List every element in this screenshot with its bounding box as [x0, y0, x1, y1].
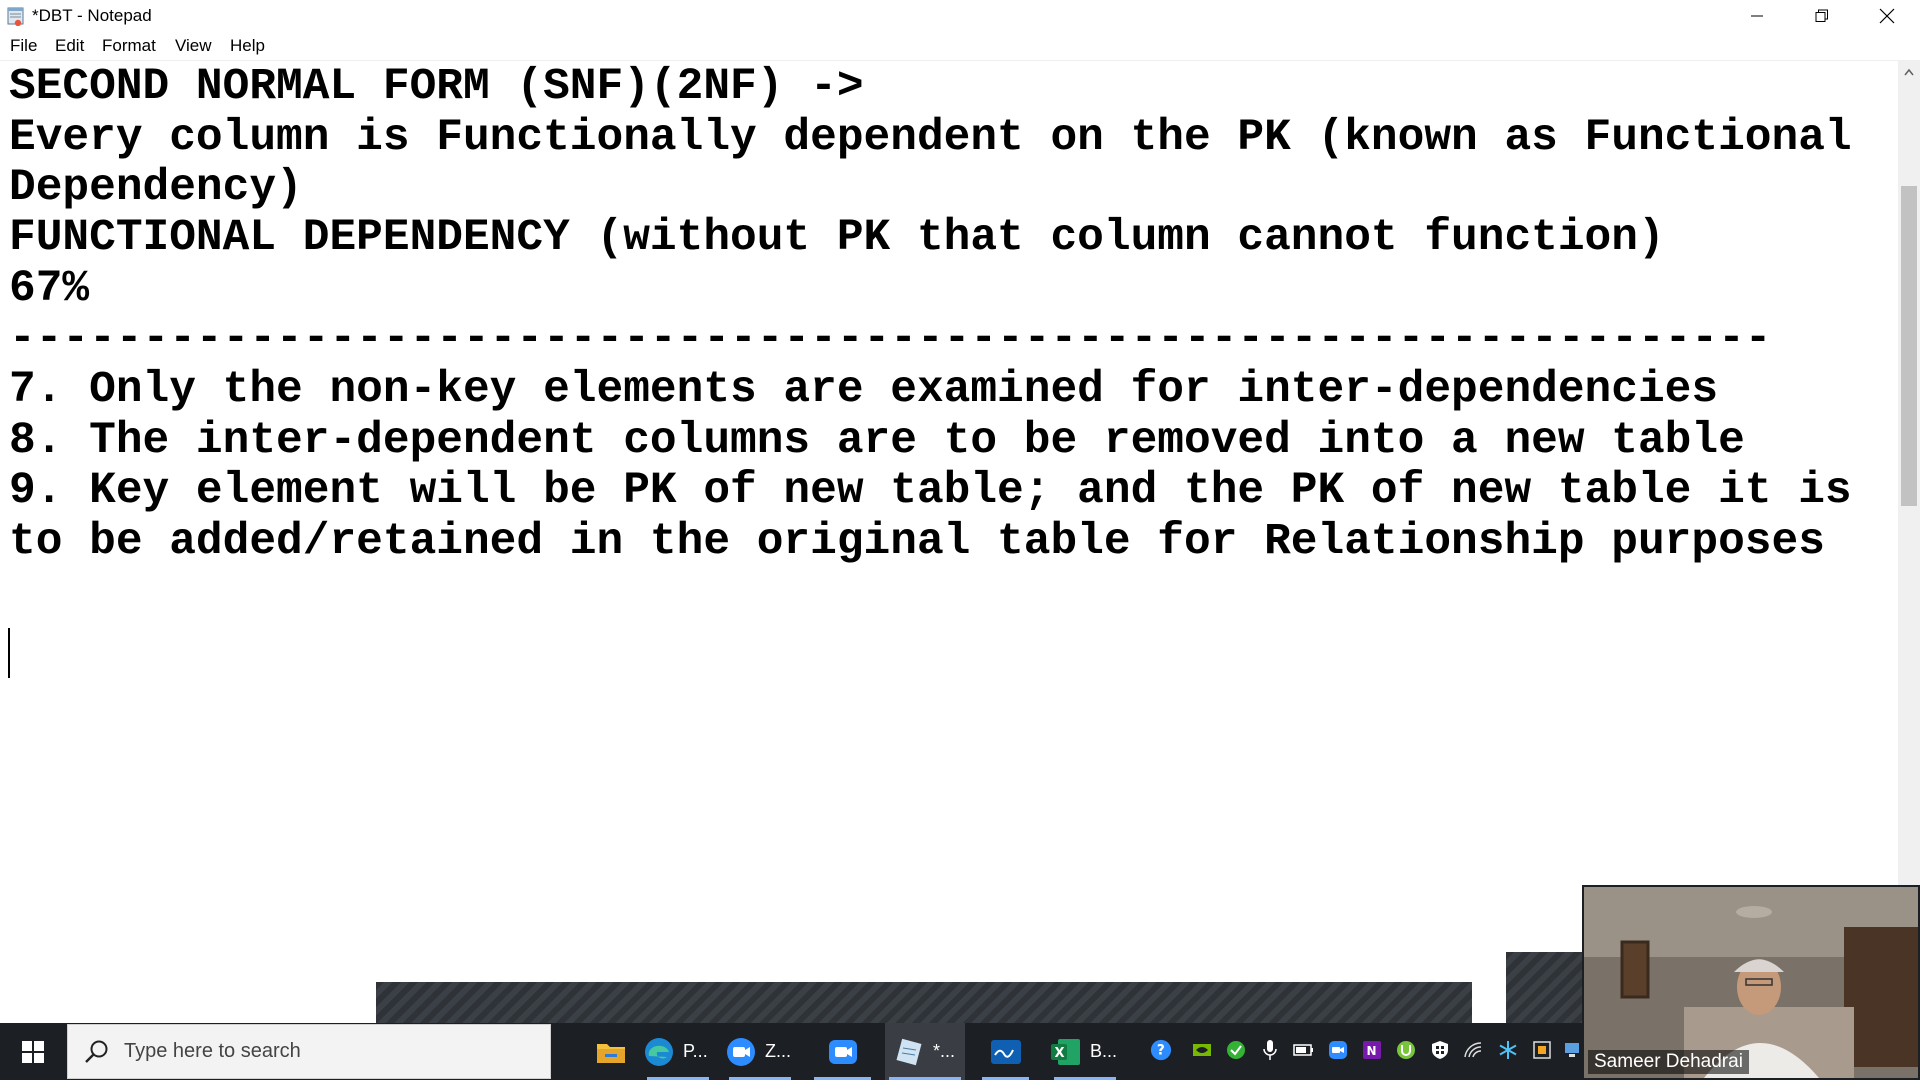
svg-text:?: ? [1157, 1043, 1165, 1059]
windows-logo-icon [22, 1040, 44, 1063]
network-icon [1565, 1043, 1579, 1057]
screen-share-border [1506, 952, 1586, 1023]
tray-nvidia[interactable] [1191, 1039, 1213, 1061]
zoom-tray-icon [1329, 1041, 1347, 1059]
notepad-icon [896, 1038, 922, 1065]
tray-battery[interactable] [1293, 1039, 1315, 1061]
minimize-button[interactable] [1725, 0, 1788, 32]
editor-line: Dependency) [9, 163, 303, 213]
start-button[interactable] [0, 1023, 66, 1080]
screen-share-border [376, 982, 1472, 1023]
search-placeholder: Type here to search [124, 1040, 301, 1062]
notepad-app-icon[interactable] [6, 6, 26, 26]
scroll-thumb[interactable] [1901, 186, 1917, 506]
menu-view[interactable]: View [175, 36, 212, 56]
shield-icon [1432, 1041, 1448, 1059]
app-tray-icon [1533, 1041, 1551, 1059]
utorrent-icon [1397, 1041, 1415, 1059]
file-explorer-icon [596, 1043, 625, 1063]
menu-edit[interactable]: Edit [55, 36, 84, 56]
taskbar-app-zoom[interactable]: Z... [725, 1023, 795, 1080]
editor-line: 8. The inter-dependent columns are to be… [9, 416, 1745, 466]
editor-line: Every column is Functionally dependent o… [9, 113, 1852, 163]
tray-app[interactable] [1531, 1039, 1553, 1061]
excel-icon: X [1051, 1038, 1080, 1065]
scroll-up-button[interactable] [1898, 61, 1920, 83]
taskbar-app-label: *... [933, 1041, 956, 1061]
tray-snowflake[interactable] [1497, 1039, 1519, 1061]
editor-line: to be added/retained in the original tab… [9, 517, 1825, 567]
editor-line: 7. Only the non-key elements are examine… [9, 365, 1719, 415]
webcam-video[interactable]: Sameer Dehadrai [1582, 885, 1920, 1080]
tray-utorrent[interactable] [1395, 1039, 1417, 1061]
zoom-icon [727, 1037, 755, 1066]
taskbar-app-file-explorer[interactable] [588, 1023, 633, 1080]
restore-button[interactable] [1790, 0, 1853, 32]
close-button[interactable] [1855, 0, 1918, 32]
nvidia-icon [1193, 1044, 1211, 1056]
taskbar-app-excel[interactable]: X B... [1050, 1023, 1120, 1080]
taskbar-app-whiteboard[interactable] [978, 1023, 1033, 1080]
editor-line: 9. Key element will be PK of new table; … [9, 466, 1852, 516]
tray-network[interactable] [1562, 1039, 1584, 1061]
edge-icon [645, 1037, 673, 1066]
menu-format[interactable]: Format [102, 36, 156, 56]
text-editor[interactable]: SECOND NORMAL FORM (SNF)(2NF) -> Every c… [0, 61, 1898, 1023]
svg-text:N: N [1367, 1044, 1377, 1058]
text-caret [8, 628, 10, 678]
taskbar-app-notepad[interactable]: *... [885, 1023, 965, 1080]
editor-line: ----------------------------------------… [9, 314, 1772, 364]
minimize-icon [1750, 15, 1763, 17]
check-shield-icon [1227, 1041, 1245, 1059]
tray-onenote[interactable]: N [1361, 1039, 1383, 1061]
restore-icon [1815, 9, 1828, 22]
taskbar-app-label: Z... [765, 1041, 791, 1061]
menu-help[interactable]: Help [230, 36, 265, 56]
tray-help[interactable]: ? [1150, 1039, 1172, 1061]
svg-text:X: X [1055, 1046, 1065, 1061]
battery-icon [1293, 1044, 1313, 1056]
editor-line: SECOND NORMAL FORM (SNF)(2NF) -> [9, 62, 864, 112]
chevron-up-icon [1904, 68, 1914, 76]
whiteboard-icon [990, 1039, 1021, 1064]
taskbar-app-edge[interactable]: P... [643, 1023, 713, 1080]
snowflake-icon [1499, 1041, 1517, 1059]
taskbar-app-zoom-meeting[interactable] [810, 1023, 875, 1080]
window-title: *DBT - Notepad [32, 6, 152, 25]
tray-zoom[interactable] [1327, 1039, 1349, 1061]
tray-defender[interactable] [1429, 1039, 1451, 1061]
vertical-scrollbar[interactable] [1898, 61, 1920, 1023]
title-bar: *DBT - Notepad [0, 0, 1920, 32]
participant-name: Sameer Dehadrai [1588, 1050, 1749, 1074]
search-icon [85, 1040, 108, 1063]
menu-bar: File Edit Format View Help [0, 32, 1920, 61]
editor-line: 67% [9, 264, 90, 314]
taskbar-app-label: P... [683, 1041, 708, 1061]
taskbar-app-label: B... [1090, 1041, 1118, 1061]
tray-security[interactable] [1225, 1039, 1247, 1061]
microphone-icon [1263, 1040, 1277, 1060]
menu-file[interactable]: File [10, 36, 37, 56]
close-icon [1879, 8, 1894, 24]
wifi-icon [1464, 1042, 1482, 1058]
editor-line: FUNCTIONAL DEPENDENCY (without PK that c… [9, 213, 1665, 263]
taskbar-search-box[interactable]: Type here to search [67, 1024, 551, 1079]
onenote-icon: N [1363, 1041, 1381, 1059]
help-icon: ? [1150, 1039, 1172, 1061]
zoom-meeting-icon [828, 1039, 857, 1064]
tray-microphone[interactable] [1259, 1039, 1281, 1061]
tray-wifi[interactable] [1463, 1039, 1485, 1061]
